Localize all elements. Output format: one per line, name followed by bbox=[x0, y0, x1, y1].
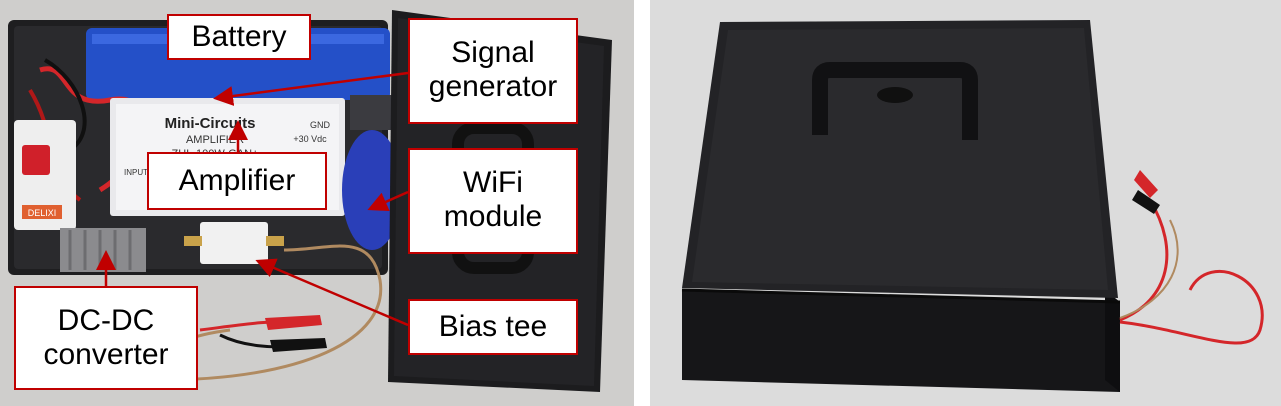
label-dc-dc-converter: DC-DC converter bbox=[14, 286, 198, 390]
bias-tee-arrow bbox=[255, 258, 409, 327]
label-signal-generator-line1: Signal bbox=[451, 36, 535, 69]
closed-enclosure-illustration bbox=[650, 0, 1281, 406]
label-signal-generator: Signal generator bbox=[408, 18, 578, 124]
label-bias-tee: Bias tee bbox=[408, 299, 578, 355]
photo-open-enclosure: DELIXI Mini-Circuits AMPLIFIER ZHL-100W-… bbox=[0, 0, 634, 406]
label-battery: Battery bbox=[167, 14, 311, 60]
photo-closed-enclosure bbox=[650, 0, 1281, 406]
signal-generator-arrow bbox=[213, 71, 409, 106]
label-wifi-module-line2: module bbox=[443, 200, 543, 233]
label-signal-generator-line2: generator bbox=[428, 70, 558, 103]
label-wifi-module-line1: WiFi bbox=[463, 166, 523, 199]
label-wifi-module: WiFi module bbox=[408, 148, 578, 254]
box-front bbox=[682, 290, 1120, 392]
label-amplifier-text: Amplifier bbox=[178, 164, 296, 197]
label-dc-dc-converter-line2: converter bbox=[43, 338, 169, 371]
label-bias-tee-text: Bias tee bbox=[438, 310, 548, 343]
label-dc-dc-converter-line1: DC-DC bbox=[57, 304, 155, 337]
label-amplifier: Amplifier bbox=[147, 152, 327, 210]
wifi-module-arrow bbox=[367, 190, 409, 212]
label-battery-text: Battery bbox=[191, 20, 287, 53]
